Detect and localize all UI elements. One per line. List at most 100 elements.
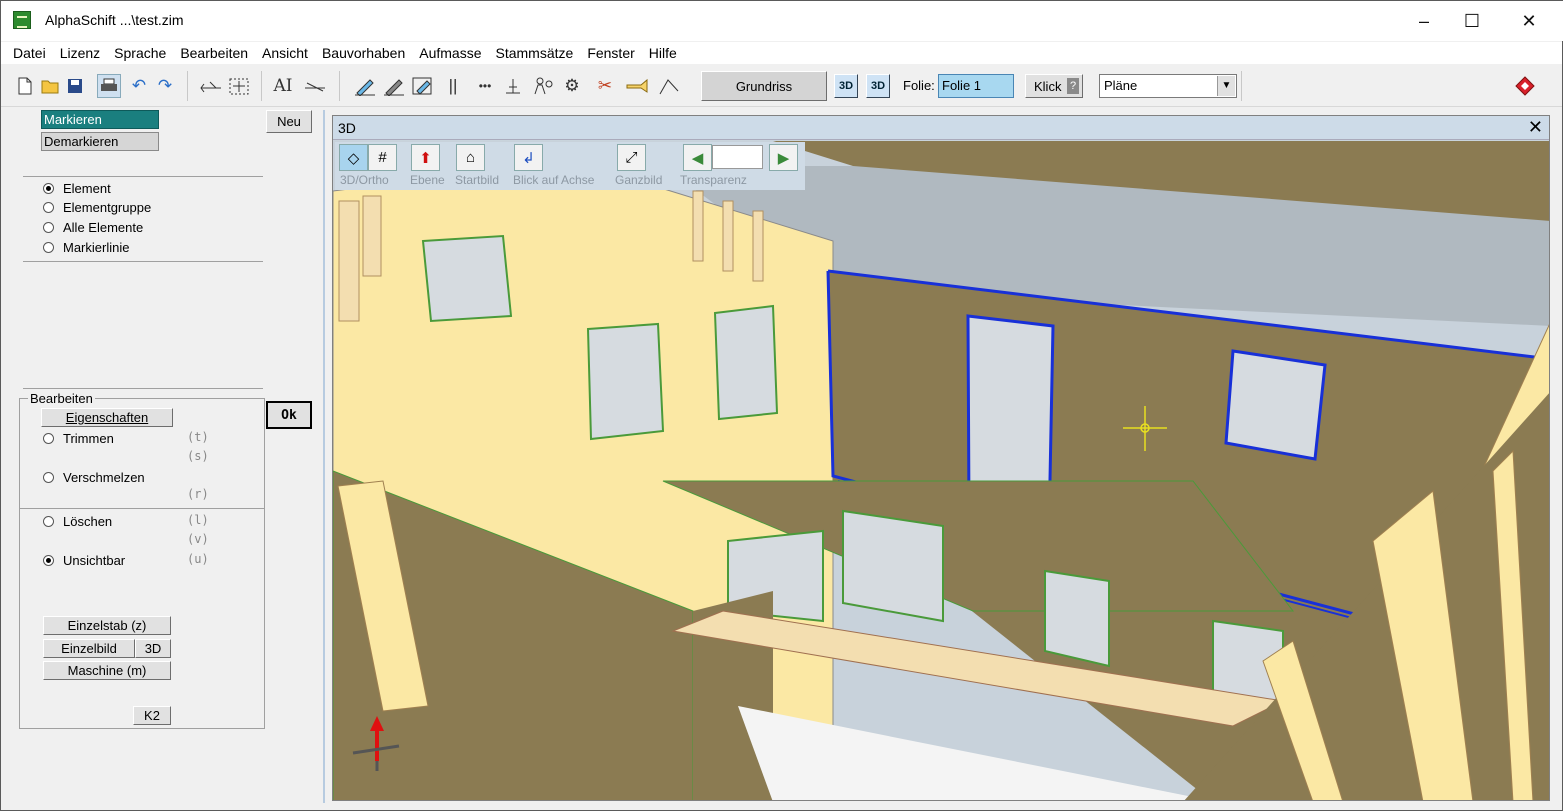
markieren-button[interactable]: Markieren [41, 110, 159, 129]
menu-bearbeiten[interactable]: Bearbeiten [173, 45, 255, 61]
trimmen-shortcut: (t) [187, 430, 209, 444]
chevron-down-icon[interactable]: ▼ [1217, 76, 1235, 96]
view-3d-toolbar: ◇ # ⬆ ⌂ ↲ ⤢ ◀ ▶ 3D/Ortho Ebene Startbild… [335, 142, 805, 190]
radio-unchecked-icon[interactable] [43, 221, 54, 233]
radio-checked-icon[interactable] [43, 554, 54, 566]
k2-button[interactable]: K2 [133, 706, 171, 725]
text-icon[interactable]: AI [271, 74, 295, 98]
menu-aufmasse[interactable]: Aufmasse [412, 45, 488, 61]
ok-button[interactable]: Ok [266, 401, 312, 429]
einzelstab-button[interactable]: Einzelstab (z) [43, 616, 171, 635]
house-icon[interactable]: ⌂ [456, 144, 485, 171]
folie-label: Folie: [903, 78, 935, 93]
label-ganzbild: Ganzbild [615, 173, 663, 187]
person-icon[interactable] [531, 74, 555, 98]
mode-elementgruppe-label: Elementgruppe [63, 199, 152, 215]
arrow-up-icon[interactable]: ⬆ [411, 144, 440, 171]
main-toolbar: ↶ ↷ AI || ••• ⚙ ✂ Grundriss 3D 3D Folie:… [1, 65, 1562, 107]
menu-ansicht[interactable]: Ansicht [255, 45, 315, 61]
loeschen-shortcut: (l) [187, 513, 209, 527]
plans-dropdown[interactable]: Pläne ▼ [1099, 74, 1237, 98]
tools-icon[interactable]: ✂ [593, 74, 617, 98]
radio-unchecked-icon[interactable] [43, 432, 54, 444]
gear-icon[interactable]: ⚙ [560, 74, 584, 98]
radio-checked-icon[interactable] [43, 182, 54, 194]
klick-label: Klick [1034, 78, 1062, 94]
neu-button[interactable]: Neu [266, 110, 312, 133]
pencil-box-icon[interactable] [411, 74, 435, 98]
view-3d-button-a[interactable]: 3D [834, 74, 858, 98]
radio-unchecked-icon[interactable] [43, 201, 54, 213]
trimmen-label: Trimmen [63, 430, 114, 446]
help-diamond-icon[interactable] [1515, 76, 1535, 96]
transparency-right-icon[interactable]: ▶ [769, 144, 798, 171]
fit-all-icon[interactable]: ⤢ [617, 144, 646, 171]
mode-markierlinie-radio[interactable]: Markierlinie [43, 238, 129, 256]
demarkieren-button[interactable]: Demarkieren [41, 132, 159, 151]
save-icon[interactable] [63, 74, 87, 98]
eigenschaften-button[interactable]: Eigenschaften [41, 408, 173, 427]
pencil-edit-icon[interactable] [382, 74, 406, 98]
anchor-icon[interactable] [501, 74, 525, 98]
menu-bauvorhaben[interactable]: Bauvorhaben [315, 45, 412, 61]
einzelbild-button[interactable]: Einzelbild [43, 639, 135, 658]
window-title: AlphaSchift ...\test.zim [45, 12, 184, 28]
3d-viewport[interactable] [333, 141, 1550, 801]
app-logo-icon [13, 11, 31, 29]
maximize-button[interactable]: ☐ [1444, 1, 1500, 41]
menu-stammsaetze[interactable]: Stammsätze [489, 45, 581, 61]
line-text-icon[interactable] [303, 74, 327, 98]
selected-window [1224, 349, 1327, 461]
angle-icon[interactable] [657, 74, 681, 98]
dimension-icon[interactable] [199, 74, 223, 98]
verschmelzen-radio[interactable]: Verschmelzen [43, 468, 145, 486]
label-ebene: Ebene [410, 173, 445, 187]
trimmen-radio[interactable]: Trimmen [43, 429, 114, 447]
label-transparenz: Transparenz [680, 173, 747, 187]
radio-unchecked-icon[interactable] [43, 241, 54, 253]
mode-element-radio[interactable]: Element [43, 179, 111, 197]
menu-hilfe[interactable]: Hilfe [642, 45, 684, 61]
grundriss-button[interactable]: Grundriss [701, 71, 827, 101]
hand-icon[interactable] [625, 74, 649, 98]
view-3d-title: 3D [338, 120, 356, 136]
label-blick-auf-achse: Blick auf Achse [513, 173, 595, 187]
undo-icon[interactable]: ↶ [127, 74, 151, 98]
left-panel: Markieren Demarkieren Neu Element Elemen… [9, 110, 325, 803]
title-bar: AlphaSchift ...\test.zim – ☐ ✕ [1, 1, 1563, 41]
grid-icon[interactable]: # [368, 144, 397, 171]
transparency-field[interactable] [712, 145, 763, 169]
dots-line-icon[interactable]: ••• [473, 74, 497, 98]
new-file-icon[interactable] [13, 74, 37, 98]
close-button[interactable]: ✕ [1501, 1, 1557, 41]
shortcut-v: (v) [187, 532, 209, 546]
view-3d-button-b[interactable]: 3D [866, 74, 890, 98]
print-icon[interactable] [97, 74, 121, 98]
folie-field[interactable]: Folie 1 [938, 74, 1014, 98]
menu-datei[interactable]: Datei [6, 45, 53, 61]
pencil-icon[interactable] [353, 74, 377, 98]
radio-unchecked-icon[interactable] [43, 471, 54, 483]
loeschen-radio[interactable]: Löschen [43, 512, 112, 530]
menu-fenster[interactable]: Fenster [580, 45, 641, 61]
unsichtbar-radio[interactable]: Unsichtbar [43, 551, 125, 569]
radio-unchecked-icon[interactable] [43, 515, 54, 527]
mode-alle-elemente-radio[interactable]: Alle Elemente [43, 218, 143, 236]
axis-view-icon[interactable]: ↲ [514, 144, 543, 171]
klick-help-icon[interactable]: ? [1067, 78, 1079, 94]
move-icon[interactable] [227, 74, 251, 98]
maschine-button[interactable]: Maschine (m) [43, 661, 171, 680]
redo-icon[interactable]: ↷ [153, 74, 177, 98]
view-3d-close-icon[interactable]: ✕ [1528, 117, 1543, 138]
menu-lizenz[interactable]: Lizenz [53, 45, 107, 61]
transparency-left-icon[interactable]: ◀ [683, 144, 712, 171]
mode-elementgruppe-radio[interactable]: Elementgruppe [43, 198, 151, 216]
mode-markierlinie-label: Markierlinie [63, 239, 130, 255]
einzelbild-3d-button[interactable]: 3D [135, 639, 171, 658]
ortho-toggle-icon[interactable]: ◇ [339, 144, 368, 171]
open-folder-icon[interactable] [39, 74, 63, 98]
menu-sprache[interactable]: Sprache [107, 45, 173, 61]
plans-selected-value: Pläne [1104, 78, 1138, 93]
klick-button[interactable]: Klick ? [1025, 74, 1083, 98]
parallel-icon[interactable]: || [441, 74, 465, 98]
